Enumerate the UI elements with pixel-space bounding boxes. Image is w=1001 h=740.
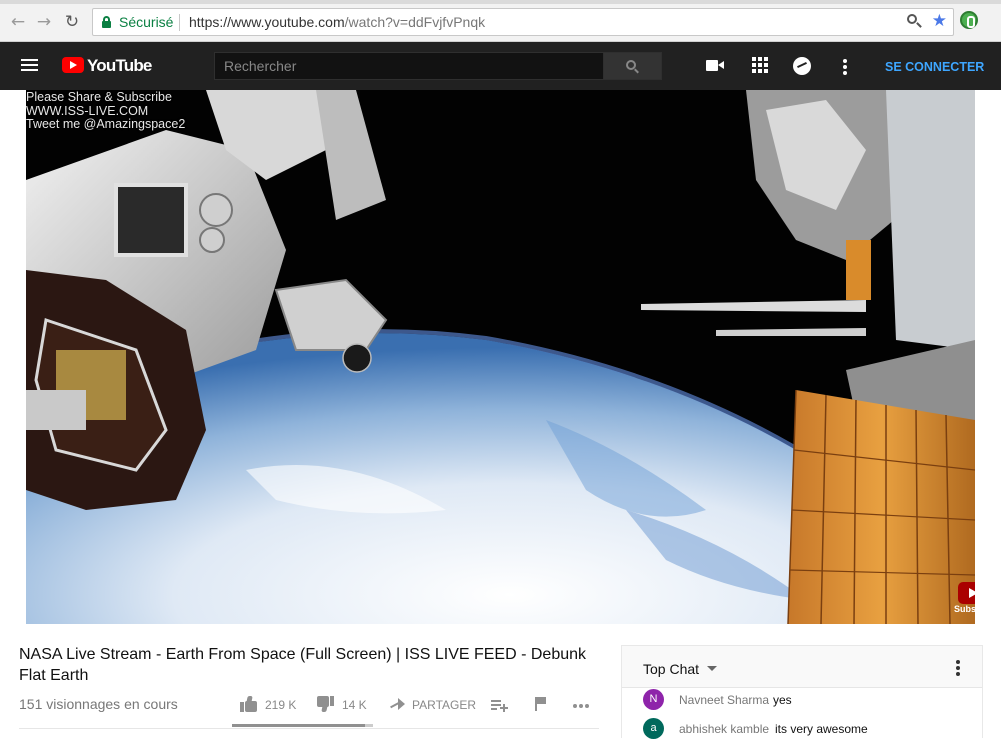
- subscribe-badge[interactable]: Subscribe: [954, 582, 975, 614]
- chat-menu-icon[interactable]: [955, 660, 961, 676]
- watermark-line: Tweet me @Amazingspace2: [26, 117, 186, 131]
- share-icon: [389, 698, 405, 710]
- menu-icon[interactable]: [21, 58, 38, 72]
- back-arrow-icon[interactable]: ←: [8, 12, 28, 32]
- watermark-line: WWW.ISS-LIVE.COM: [26, 103, 149, 118]
- youtube-header: YouTube SE CONNECTER: [0, 42, 1001, 90]
- secure-label: Sécurisé: [119, 14, 174, 30]
- chat-author[interactable]: abhishek kamble: [679, 722, 769, 736]
- search-input[interactable]: [214, 52, 604, 80]
- thumbs-up-icon: [240, 696, 258, 712]
- like-ratio-bar: [232, 724, 373, 727]
- avatar[interactable]: a: [643, 718, 664, 739]
- chat-text: its very awesome: [775, 722, 868, 736]
- settings-more-icon[interactable]: [836, 56, 856, 76]
- url-text[interactable]: https://www.youtube.com/watch?v=ddFvjfvP…: [189, 14, 485, 30]
- chat-mode-dropdown[interactable]: Top Chat: [643, 661, 699, 677]
- tab-strip: [0, 0, 1001, 4]
- address-separator: [179, 14, 180, 31]
- like-ratio-fill: [232, 724, 365, 727]
- reload-icon[interactable]: ↻: [62, 12, 82, 32]
- url-path: /watch?v=ddFvjfvPnqk: [344, 14, 486, 30]
- search-button[interactable]: [603, 52, 662, 80]
- chat-text: yes: [773, 693, 792, 707]
- messages-icon[interactable]: [793, 56, 813, 76]
- chat-author[interactable]: Navneet Sharma: [679, 693, 769, 707]
- live-chat-panel: Top Chat N Navneet Sharma yes a abhishek…: [621, 645, 983, 739]
- youtube-play-icon: [62, 57, 84, 73]
- subscribe-label: Subscribe: [954, 604, 975, 614]
- chat-header: Top Chat: [622, 646, 982, 688]
- zoom-icon[interactable]: [907, 14, 922, 28]
- video-title: NASA Live Stream - Earth From Space (Ful…: [19, 646, 587, 684]
- iss-earth-view-image: [26, 90, 975, 624]
- avatar[interactable]: N: [643, 689, 664, 710]
- create-video-icon[interactable]: [706, 56, 726, 76]
- browser-toolbar: ← → ↻ Sécurisé https://www.youtube.com/w…: [0, 0, 1001, 42]
- bookmark-star-icon[interactable]: ★: [932, 11, 947, 31]
- video-player[interactable]: Please Share & Subscribe WWW.ISS-LIVE.CO…: [26, 90, 975, 624]
- view-count: 151 visionnages en cours: [19, 696, 178, 712]
- forward-arrow-icon[interactable]: →: [34, 12, 54, 32]
- thumbs-down-icon: [316, 696, 334, 712]
- subscribe-play-icon: [958, 582, 975, 604]
- apps-grid-icon[interactable]: [751, 56, 771, 76]
- info-divider: [19, 728, 599, 729]
- watermark-line: Please Share & Subscribe: [26, 90, 172, 104]
- extension-icon[interactable]: [960, 11, 978, 29]
- signin-button[interactable]: SE CONNECTER: [885, 60, 984, 74]
- like-count: 219 K: [265, 698, 297, 712]
- search-box: [214, 52, 662, 80]
- lock-icon: [102, 16, 111, 28]
- dropdown-caret-icon[interactable]: [707, 666, 717, 671]
- url-host: https://www.youtube.com: [189, 14, 345, 30]
- address-bar[interactable]: Sécurisé https://www.youtube.com/watch?v…: [92, 8, 954, 36]
- share-label: PARTAGER: [412, 698, 477, 712]
- logo-text: YouTube: [87, 56, 152, 75]
- video-watermark-text: Please Share & Subscribe WWW.ISS-LIVE.CO…: [26, 90, 186, 132]
- dislike-count: 14 K: [342, 698, 367, 712]
